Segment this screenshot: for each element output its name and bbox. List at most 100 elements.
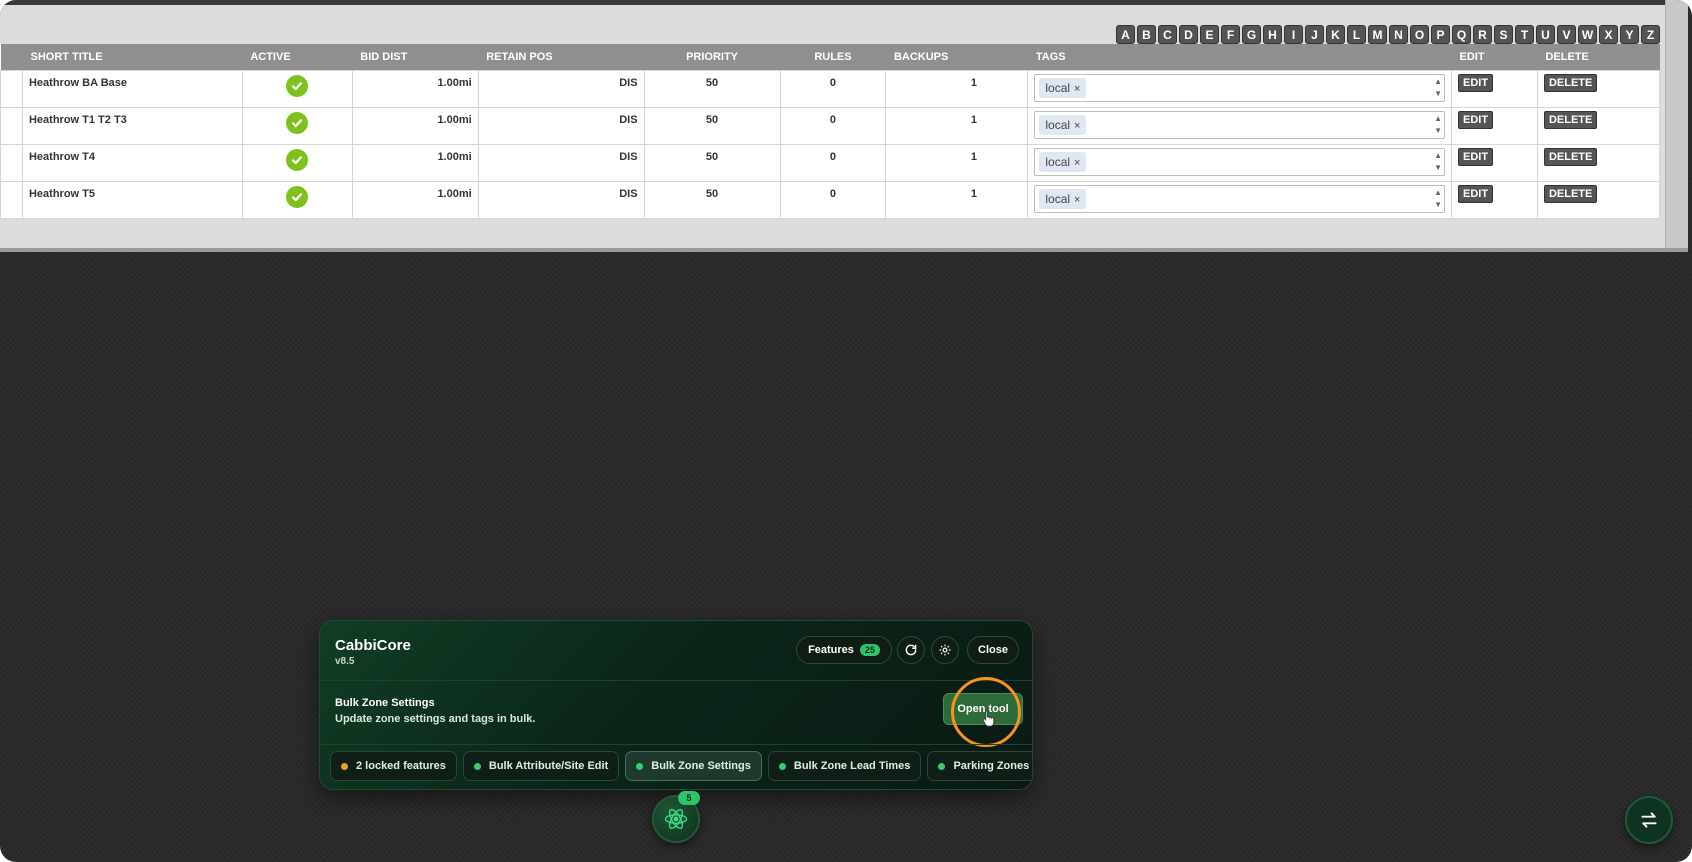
delete-button[interactable]: DELETE (1543, 110, 1598, 129)
header-tags: TAGS (1035, 50, 1066, 63)
header-retain-pos[interactable]: RETAIN POS (478, 44, 644, 70)
tag-chip: local × (1039, 188, 1087, 209)
remove-tag-icon[interactable]: × (1074, 83, 1080, 95)
cell-active (241, 69, 353, 108)
alpha-filter-h[interactable]: H (1263, 25, 1282, 44)
tags-input[interactable]: local × ▲ ▼ (1034, 147, 1446, 176)
tag-chip: local × (1039, 77, 1087, 98)
alpha-filter-n[interactable]: N (1389, 25, 1408, 44)
cell-rules: 0 (779, 69, 887, 108)
alpha-filter-v[interactable]: V (1557, 25, 1576, 44)
alpha-filter-w[interactable]: W (1578, 25, 1597, 44)
scroll-arrows-icon[interactable]: ▲ ▼ (1434, 113, 1442, 137)
feature-chip[interactable]: Bulk Attribute/Site Edit (462, 751, 620, 781)
row-spacer (0, 180, 23, 219)
feature-chip[interactable]: Parking Zones (927, 751, 1032, 781)
status-dot-icon (636, 762, 644, 770)
remove-tag-icon[interactable]: × (1074, 194, 1080, 206)
check-icon[interactable] (286, 148, 309, 171)
alpha-filter-m[interactable]: M (1368, 25, 1387, 44)
alpha-filter-d[interactable]: D (1179, 25, 1198, 44)
refresh-button[interactable] (897, 636, 925, 664)
alpha-filter-t[interactable]: T (1515, 25, 1534, 44)
alpha-filter-p[interactable]: P (1431, 25, 1450, 44)
alpha-filter-c[interactable]: C (1158, 25, 1177, 44)
alpha-filter-x[interactable]: X (1599, 25, 1618, 44)
scroll-arrows-icon[interactable]: ▲ ▼ (1434, 76, 1442, 100)
check-icon[interactable] (286, 111, 309, 134)
remove-tag-icon[interactable]: × (1074, 120, 1080, 132)
cell-priority: 50 (643, 180, 781, 219)
cell-short-title: Heathrow T4 (21, 143, 243, 182)
swap-button[interactable] (1625, 796, 1673, 844)
close-button[interactable]: Close (967, 636, 1019, 664)
atom-icon (664, 808, 688, 830)
edit-button[interactable]: EDIT (1458, 110, 1494, 129)
edit-button[interactable]: EDIT (1458, 73, 1494, 92)
alpha-filter-r[interactable]: R (1473, 25, 1492, 44)
alpha-filter-l[interactable]: L (1347, 25, 1366, 44)
alpha-filter-b[interactable]: B (1137, 25, 1156, 44)
alpha-filter-j[interactable]: J (1305, 25, 1324, 44)
tags-input[interactable]: local × ▲ ▼ (1034, 184, 1446, 213)
tool-description: Update zone settings and tags in bulk. (335, 713, 536, 725)
cell-delete: DELETE (1536, 143, 1661, 182)
cabbicore-panel: CabbiCore v8.5 Features 25 Close Bulk Zo… (319, 620, 1033, 790)
chip-label: Parking Zones (953, 760, 1030, 772)
tags-input[interactable]: local × ▲ ▼ (1034, 73, 1446, 102)
scroll-arrows-icon[interactable]: ▲ ▼ (1434, 150, 1442, 174)
zones-table: SHORT TITLE ACTIVE BID DIST RETAIN POS P… (0, 44, 1661, 219)
scroll-arrows-icon[interactable]: ▲ ▼ (1434, 187, 1442, 211)
feature-chip[interactable]: 2 locked features (330, 751, 457, 781)
chip-label: Bulk Zone Settings (651, 760, 751, 772)
features-button[interactable]: Features 25 (796, 636, 892, 664)
header-edit: EDIT (1459, 50, 1485, 63)
header-priority[interactable]: PRIORITY (644, 44, 780, 70)
delete-button[interactable]: DELETE (1543, 184, 1598, 203)
table-row: Heathrow T1 T2 T3 1.00mi DIS 50 0 1 loca… (0, 106, 1661, 145)
alpha-filter-s[interactable]: S (1494, 25, 1513, 44)
alpha-filter-g[interactable]: G (1242, 25, 1261, 44)
header-short-title[interactable]: SHORT TITLE (22, 44, 242, 70)
alpha-filter-y[interactable]: Y (1620, 25, 1639, 44)
alpha-filter-f[interactable]: F (1221, 25, 1240, 44)
edit-button[interactable]: EDIT (1458, 147, 1494, 166)
alpha-filter-q[interactable]: Q (1452, 25, 1471, 44)
edit-button[interactable]: EDIT (1458, 184, 1494, 203)
tag-label: local (1045, 80, 1071, 95)
check-icon[interactable] (286, 185, 309, 208)
settings-button[interactable] (931, 636, 959, 664)
cell-short-title: Heathrow T5 (21, 180, 243, 219)
header-bid-dist[interactable]: BID DIST (352, 44, 478, 70)
status-dot-icon (473, 762, 481, 770)
gear-icon (939, 644, 951, 656)
header-backups[interactable]: BACKUPS (886, 44, 1028, 70)
alpha-filter-k[interactable]: K (1326, 25, 1345, 44)
alpha-filter-e[interactable]: E (1200, 25, 1219, 44)
cell-bid-dist: 1.00mi (351, 180, 479, 219)
feature-chip[interactable]: Bulk Zone Lead Times (767, 751, 922, 781)
alpha-filter-i[interactable]: I (1284, 25, 1303, 44)
header-rules[interactable]: RULES (780, 44, 886, 70)
alpha-filter-u[interactable]: U (1536, 25, 1555, 44)
cell-retain-pos: DIS (477, 69, 645, 108)
cell-rules: 0 (779, 180, 887, 219)
delete-button[interactable]: DELETE (1543, 147, 1598, 166)
cell-delete: DELETE (1536, 106, 1661, 145)
header-active[interactable]: ACTIVE (242, 44, 352, 70)
cell-retain-pos: DIS (477, 143, 645, 182)
remove-tag-icon[interactable]: × (1074, 157, 1080, 169)
cell-retain-pos: DIS (477, 180, 645, 219)
check-icon[interactable] (286, 74, 309, 97)
cell-delete: DELETE (1536, 69, 1661, 108)
tags-input[interactable]: local × ▲ ▼ (1034, 110, 1446, 139)
alpha-filter-a[interactable]: A (1116, 25, 1135, 44)
feature-chip[interactable]: Bulk Zone Settings (625, 751, 762, 781)
cell-short-title: Heathrow BA Base (21, 69, 243, 108)
hand-cursor-icon (982, 710, 995, 727)
delete-button[interactable]: DELETE (1543, 73, 1598, 92)
cell-tags: local × ▲ ▼ (1027, 143, 1453, 182)
alpha-filter-z[interactable]: Z (1641, 25, 1660, 44)
alpha-filter-o[interactable]: O (1410, 25, 1429, 44)
cell-backups: 1 (885, 106, 1029, 145)
